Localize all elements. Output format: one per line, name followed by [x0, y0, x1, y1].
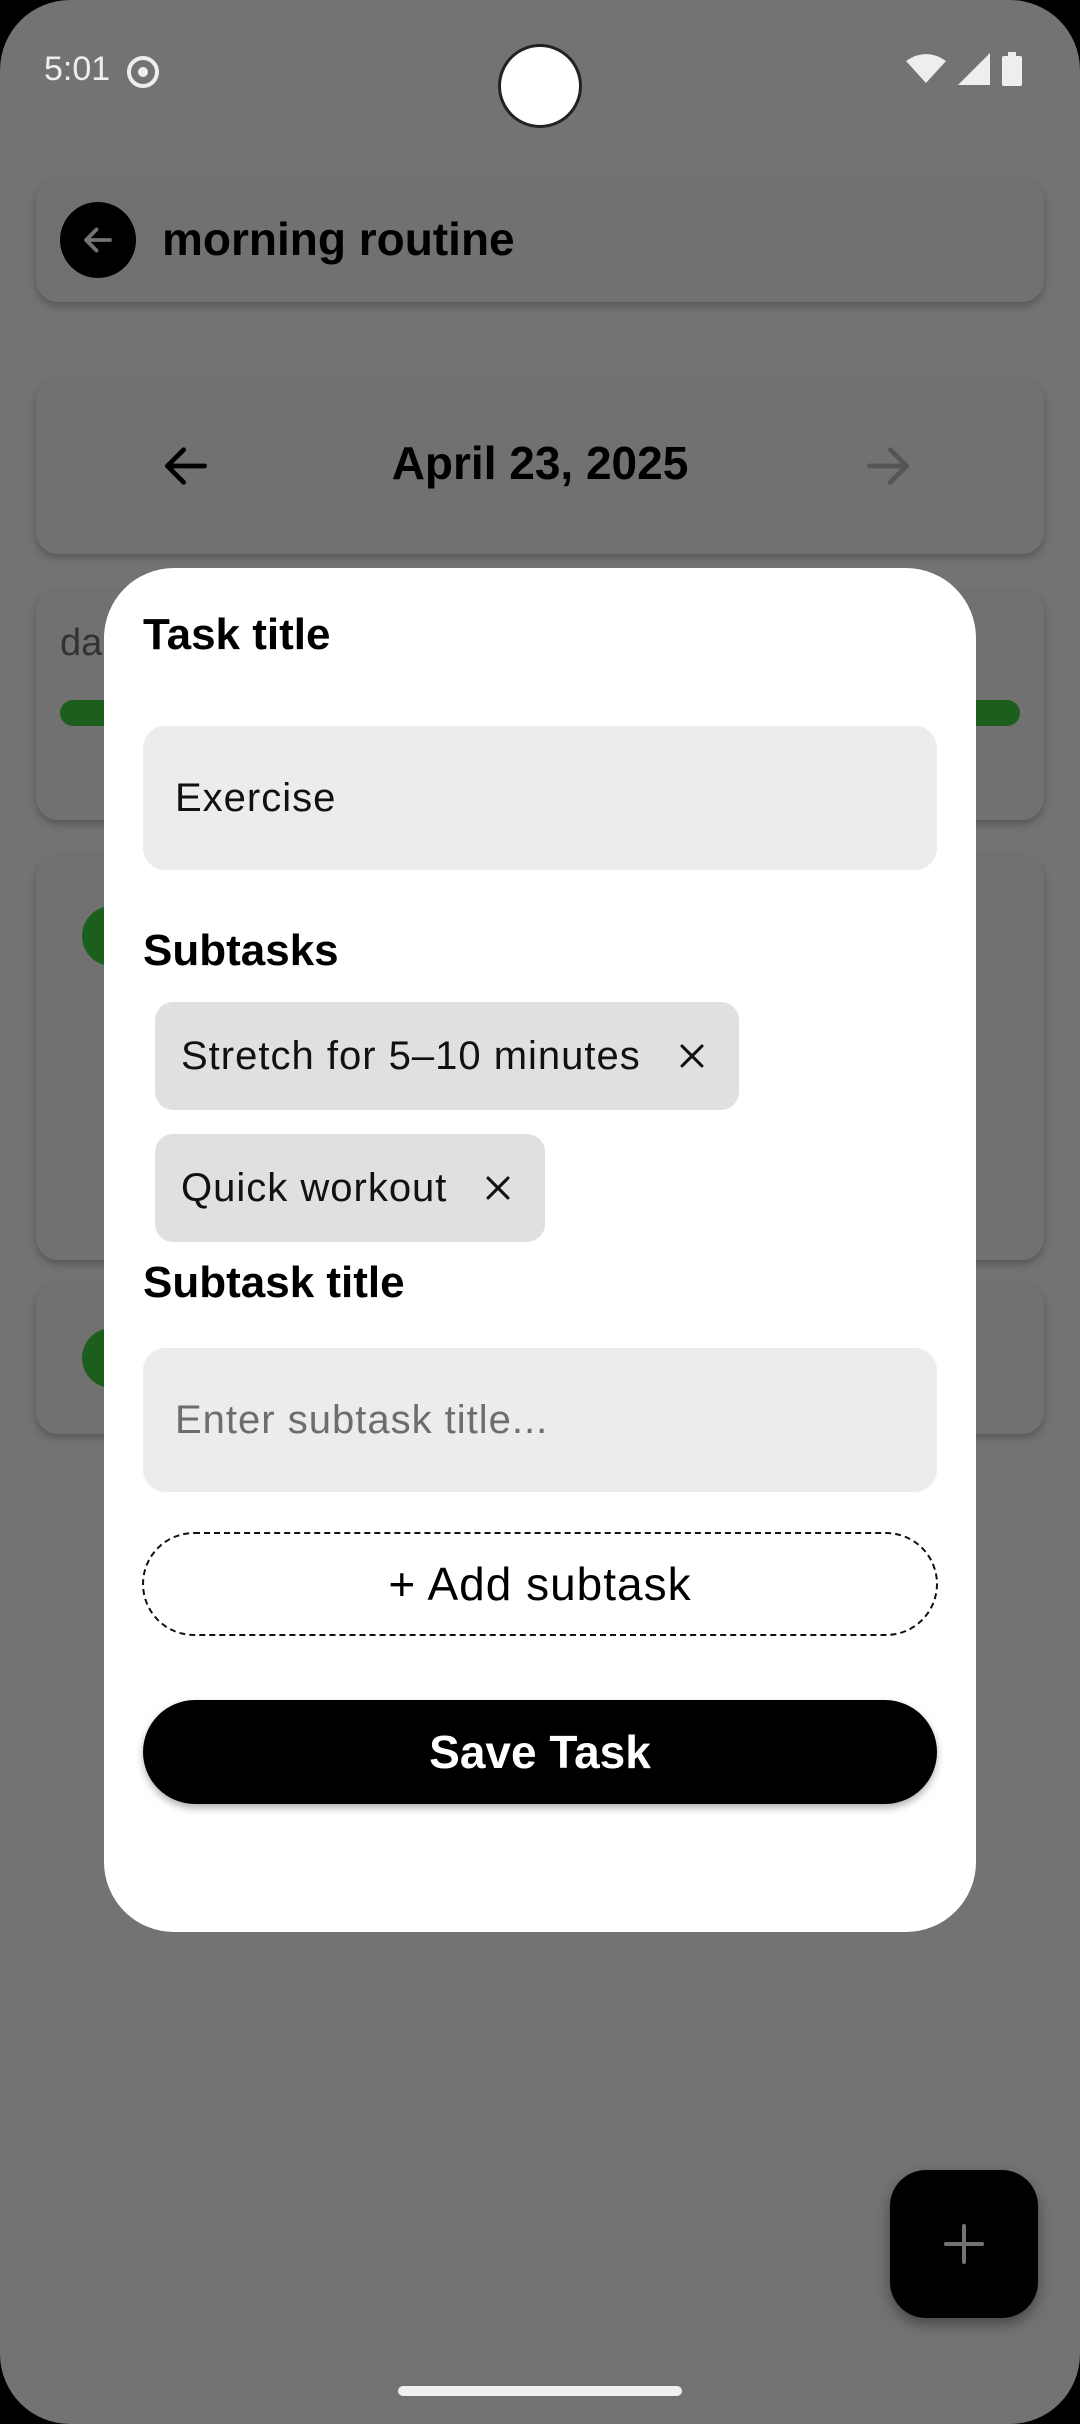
task-editor-dialog: Task title Exercise Subtasks Stretch for… [104, 568, 976, 1932]
task-title-input[interactable]: Exercise [143, 726, 937, 870]
status-icons [906, 52, 1022, 86]
status-time: 5:01 [44, 50, 111, 88]
save-task-button[interactable]: Save Task [143, 1700, 937, 1804]
subtask-chip-label: Stretch for 5–10 minutes [181, 1033, 641, 1078]
subtask-chip: Quick workout [155, 1134, 546, 1242]
add-task-fab[interactable] [890, 2170, 1038, 2318]
signal-icon [958, 53, 990, 85]
next-day-button[interactable] [860, 438, 916, 494]
close-icon[interactable] [481, 1171, 515, 1205]
date-navigator: April 23, 2025 [36, 378, 1044, 554]
progress-label: da [60, 622, 103, 664]
back-button[interactable] [60, 202, 136, 278]
wifi-icon [906, 54, 946, 83]
subtask-chip: Stretch for 5–10 minutes [155, 1002, 739, 1110]
location-status-icon [127, 56, 159, 88]
battery-icon [1002, 52, 1022, 86]
arrow-left-icon [84, 227, 112, 253]
subtask-title-label: Subtask title [143, 1258, 405, 1307]
app-screen: 5:01 morning routine April 23, 2025 da T… [0, 0, 1080, 2424]
subtask-chip-label: Quick workout [181, 1165, 448, 1210]
subtask-title-input[interactable]: Enter subtask title... [143, 1348, 937, 1492]
app-header: morning routine [36, 178, 1044, 302]
subtasks-label: Subtasks [143, 926, 339, 975]
close-icon[interactable] [675, 1039, 709, 1073]
page-title: morning routine [162, 213, 515, 265]
front-camera [498, 44, 582, 128]
plus-icon [944, 2224, 984, 2264]
add-subtask-button[interactable]: + Add subtask [142, 1532, 938, 1636]
home-indicator[interactable] [398, 2386, 682, 2396]
task-title-label: Task title [143, 610, 331, 659]
